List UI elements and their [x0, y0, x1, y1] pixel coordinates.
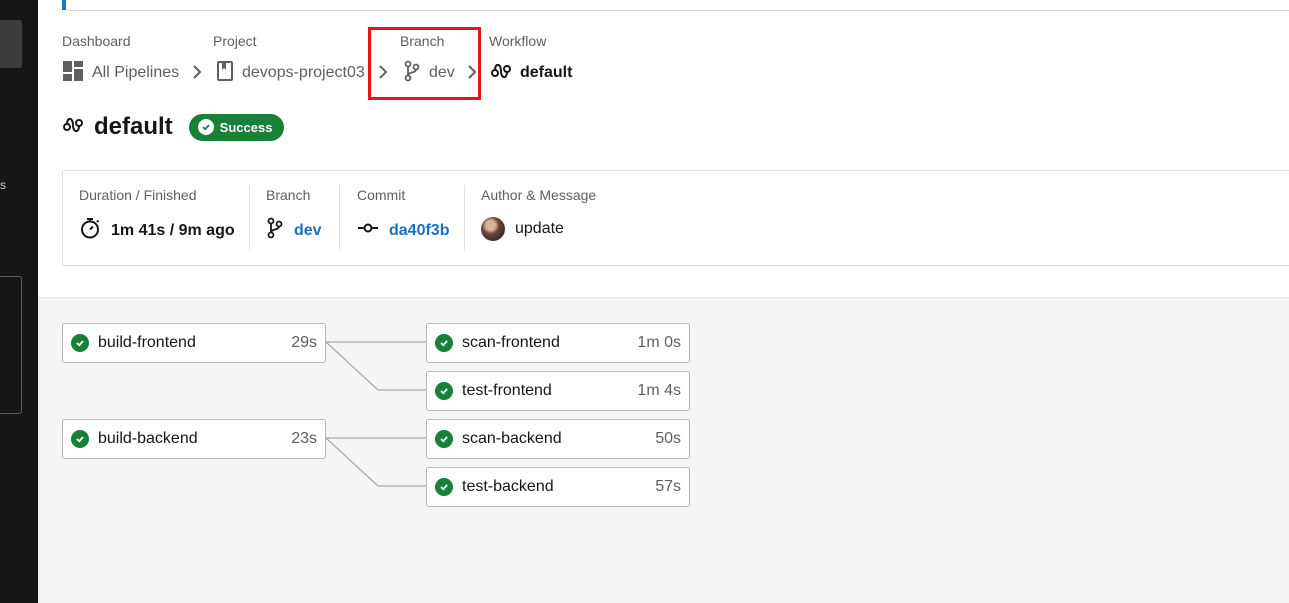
- branch-icon: [266, 217, 284, 244]
- app-sidebar: s: [0, 0, 38, 603]
- job-card[interactable]: test-backend 57s: [426, 467, 690, 507]
- dashboard-grid-icon: [62, 60, 84, 87]
- job-card[interactable]: test-frontend 1m 4s: [426, 371, 690, 411]
- info-divider: [249, 185, 250, 251]
- breadcrumb-workflow-text: default: [520, 64, 573, 81]
- info-divider: [339, 185, 340, 251]
- job-name: build-frontend: [98, 334, 196, 351]
- connector-line: [325, 437, 426, 487]
- info-divider: [464, 185, 465, 251]
- branch-value-row: dev: [266, 217, 322, 244]
- duration-value: 1m 41s / 9m ago: [111, 221, 235, 239]
- breadcrumb-workflow[interactable]: default: [490, 60, 572, 86]
- workflow-info-card: Duration / Finished 1m 41s / 9m ago Bran…: [62, 170, 1289, 266]
- job-name: build-backend: [98, 430, 198, 447]
- breadcrumb-workflow-label: Workflow: [489, 33, 547, 49]
- author-column: Author & Message update: [481, 187, 596, 251]
- breadcrumb-project[interactable]: devops-project03: [216, 60, 365, 86]
- branch-label: Branch: [266, 187, 311, 203]
- top-divider: [66, 10, 1289, 11]
- breadcrumb-project-label: Project: [213, 33, 257, 49]
- success-check-icon: [71, 334, 89, 352]
- success-check-icon: [71, 430, 89, 448]
- breadcrumb-all-pipelines[interactable]: All Pipelines: [62, 60, 179, 86]
- success-check-icon: [197, 119, 214, 135]
- success-check-icon: [435, 334, 453, 352]
- breadcrumb-project-text: devops-project03: [242, 64, 365, 81]
- commit-column: Commit da40f3b: [357, 187, 449, 251]
- duration-value-row: 1m 41s / 9m ago: [79, 217, 235, 244]
- project-bookmark-icon: [216, 60, 234, 87]
- job-name: scan-backend: [462, 430, 562, 447]
- top-accent-bar: [62, 0, 66, 10]
- connector-line: [325, 341, 426, 391]
- workflow-title: default: [94, 113, 173, 140]
- chevron-right-icon: [191, 62, 203, 87]
- workflow-title-row: default Success: [62, 112, 285, 142]
- breadcrumb-all-pipelines-text: All Pipelines: [92, 64, 180, 81]
- job-duration: 23s: [291, 430, 317, 447]
- commit-icon: [357, 217, 379, 244]
- sidebar-glyph-icon: s: [0, 178, 6, 192]
- job-card[interactable]: build-backend 23s: [62, 419, 326, 459]
- author-value-row: update: [481, 217, 596, 241]
- success-check-icon: [435, 430, 453, 448]
- job-duration: 29s: [291, 334, 317, 351]
- status-badge: Success: [188, 113, 285, 141]
- job-name: test-backend: [462, 478, 554, 495]
- commit-value-row: da40f3b: [357, 217, 449, 244]
- commit-link[interactable]: da40f3b: [389, 222, 449, 240]
- commit-message: update: [515, 220, 564, 237]
- job-duration: 1m 4s: [637, 382, 681, 399]
- job-duration: 50s: [655, 430, 681, 447]
- job-duration: 1m 0s: [637, 334, 681, 351]
- success-check-icon: [435, 478, 453, 496]
- duration-column: Duration / Finished 1m 41s / 9m ago: [79, 187, 235, 251]
- job-name: test-frontend: [462, 382, 552, 399]
- job-name: scan-frontend: [462, 334, 560, 351]
- branch-link[interactable]: dev: [294, 222, 322, 240]
- branch-column: Branch dev: [266, 187, 322, 251]
- job-duration: 57s: [655, 478, 681, 495]
- commit-label: Commit: [357, 187, 406, 203]
- workflow-icon: [62, 114, 84, 141]
- author-label: Author & Message: [481, 187, 597, 203]
- job-card[interactable]: scan-frontend 1m 0s: [426, 323, 690, 363]
- duration-label: Duration / Finished: [79, 187, 197, 203]
- success-check-icon: [435, 382, 453, 400]
- job-card[interactable]: scan-backend 50s: [426, 419, 690, 459]
- sidebar-active-item[interactable]: [0, 20, 22, 68]
- sidebar-panel: [0, 276, 22, 414]
- branch-highlight-box: [368, 27, 481, 100]
- status-badge-text: Success: [219, 119, 273, 135]
- workflow-icon: [490, 60, 512, 87]
- avatar: [481, 217, 505, 241]
- job-card[interactable]: build-frontend 29s: [62, 323, 326, 363]
- stopwatch-icon: [79, 217, 101, 244]
- breadcrumb-dashboard-label: Dashboard: [62, 33, 131, 49]
- workflow-header-section: Dashboard Project Branch Workflow All Pi…: [38, 0, 1289, 298]
